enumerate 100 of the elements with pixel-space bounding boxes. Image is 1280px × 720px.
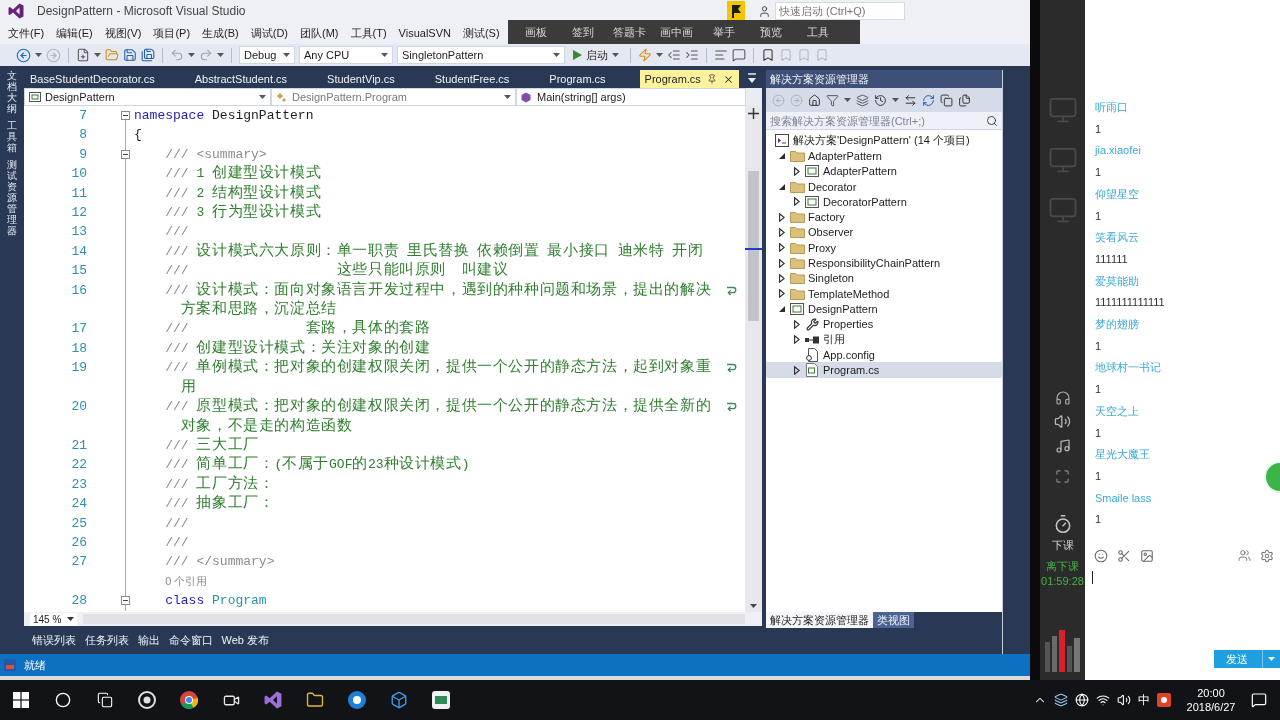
overlapping-squares-icon[interactable] [940,93,953,107]
scroll-thumb[interactable] [748,171,759,321]
tree-item[interactable]: App.config [766,347,1002,363]
wifi-icon[interactable] [1096,693,1110,707]
panel-tab[interactable]: 类视图 [873,612,914,628]
close-icon[interactable] [722,73,734,85]
task-view-icon[interactable] [97,692,113,708]
tree-item[interactable]: Properties [766,316,1002,332]
app-logo-icon[interactable] [264,691,282,709]
classroom-toolbar-item[interactable]: 预览 [747,24,794,40]
document-tab[interactable]: Program.cs [639,70,739,88]
project-dropdown[interactable]: DesignPattern [24,88,271,106]
outline-triangle-icon[interactable] [793,319,800,329]
menu-item[interactable]: 视图(V) [98,24,148,42]
start-button[interactable]: 启动 [569,46,623,64]
outline-triangle-icon[interactable] [793,365,800,375]
new-file-icon[interactable] [76,48,90,62]
platform-dropdown[interactable]: Any CPU [299,46,393,64]
minus-box-icon[interactable] [120,596,130,606]
tree-item[interactable]: Decorator [766,178,1002,195]
classroom-toolbar-item[interactable]: 签到 [559,24,606,40]
music-note-icon[interactable] [1054,438,1071,454]
refresh-icon[interactable] [922,93,935,107]
classroom-toolbar-item[interactable]: 画板 [512,24,559,40]
layers-icon[interactable] [856,93,869,107]
filled-triangle-icon[interactable] [778,152,785,159]
flag-icon[interactable] [727,1,745,21]
menu-item[interactable]: VisualSVN [392,24,457,42]
menu-item[interactable]: 文件(F) [2,24,51,42]
minus-box-icon[interactable] [120,149,130,159]
tree-item[interactable]: AdapterPattern [766,163,1002,179]
tree-item[interactable]: DecoratorPattern [766,194,1002,210]
classroom-toolbar-item[interactable]: 答题卡 [606,24,653,40]
scissors-icon[interactable] [1117,548,1131,563]
tree-item[interactable]: Singleton [766,270,1002,286]
filled-triangle-icon[interactable] [778,305,785,312]
outline-triangle-icon[interactable] [778,227,785,237]
filter-icon[interactable] [826,93,839,107]
member-dropdown[interactable]: Main(string[] args) [516,88,746,106]
save-all-icon[interactable] [141,48,155,62]
image-icon[interactable] [1140,548,1154,563]
plus-icon[interactable] [748,108,759,119]
outline-triangle-icon[interactable] [778,243,785,253]
tool-window-tab[interactable]: 任务列表 [80,632,133,648]
circle-app-icon[interactable] [348,691,366,709]
headset-icon[interactable] [1054,390,1071,406]
fullscreen-icon[interactable] [1055,469,1070,484]
menu-item[interactable]: 测试(S) [456,24,506,42]
folder-icon[interactable] [306,691,324,709]
dropdown-arrow-icon[interactable] [747,73,757,85]
side-tab[interactable]: 工具箱 [7,120,17,153]
ring-icon[interactable] [138,691,156,709]
outline-triangle-icon[interactable] [793,166,800,176]
indent-icon[interactable] [685,48,699,62]
outline-triangle-icon[interactable] [778,258,785,268]
tool-window-tab[interactable]: 错误列表 [27,632,80,648]
outline-triangle-icon[interactable] [793,335,800,344]
tree-item[interactable]: Observer [766,224,1002,241]
tree-item[interactable]: AdapterPattern [766,148,1002,164]
tree-item[interactable]: Factory [766,209,1002,225]
search-field[interactable]: 搜索解决方案资源管理器(Ctrl+;) [766,112,1002,130]
document-tab[interactable]: StudentVip.cs [321,70,429,88]
minus-box-icon[interactable] [120,111,130,120]
menu-item[interactable]: 生成(B) [196,24,245,42]
startup-project-dropdown[interactable]: SingletonPattern [397,46,565,64]
cube-icon[interactable] [390,691,408,709]
bookmark-icon[interactable] [761,48,775,62]
app-tile-icon[interactable] [1157,693,1171,707]
side-tab[interactable]: 文档大纲 [7,70,17,114]
people-icon[interactable] [1238,549,1251,562]
menu-item[interactable]: 项目(P) [147,24,197,42]
settings-icon[interactable] [1260,548,1274,563]
classroom-toolbar-item[interactable]: 工具 [794,24,841,40]
outline-triangle-icon[interactable] [778,289,785,299]
tool-window-tab[interactable]: 输出 [133,632,164,648]
outline-triangle-icon[interactable] [793,197,800,207]
tree-item[interactable]: Program.cs [766,362,1002,378]
pin-icon[interactable] [706,74,717,84]
document-tab[interactable]: Program.cs [543,70,640,88]
tree-item[interactable]: TemplateMethod [766,285,1002,302]
menu-item[interactable]: 编辑(E) [50,24,99,42]
menu-item[interactable]: 调试(D) [244,24,294,42]
zoom-dropdown[interactable]: 145 % [30,612,78,626]
home-icon[interactable] [808,93,821,107]
end-class-button[interactable]: 下课 [1051,538,1074,553]
menu-item[interactable]: 工具(T) [344,24,393,42]
notification-icon[interactable] [1251,692,1267,708]
sync-arrows-icon[interactable] [904,93,917,107]
outline-triangle-icon[interactable] [778,273,785,283]
tree-item[interactable]: 引用 [766,331,1002,348]
quick-launch-field[interactable]: 快速启动 (Ctrl+Q) [775,2,905,20]
filled-triangle-icon[interactable] [778,183,785,190]
side-tab[interactable]: 测试资源管理器 [7,159,17,236]
tool-window-tab[interactable]: Web 发布 [217,632,274,648]
classroom-toolbar-item[interactable]: 画中画 [653,24,700,40]
clock[interactable]: 20:00 2018/6/27 [1178,686,1244,714]
configuration-dropdown[interactable]: Debug [239,46,295,64]
tree-item[interactable]: DesignPattern [766,301,1002,317]
document-tab[interactable]: AbstractStudent.cs [188,70,322,88]
menu-item[interactable]: 团队(M) [294,24,345,42]
